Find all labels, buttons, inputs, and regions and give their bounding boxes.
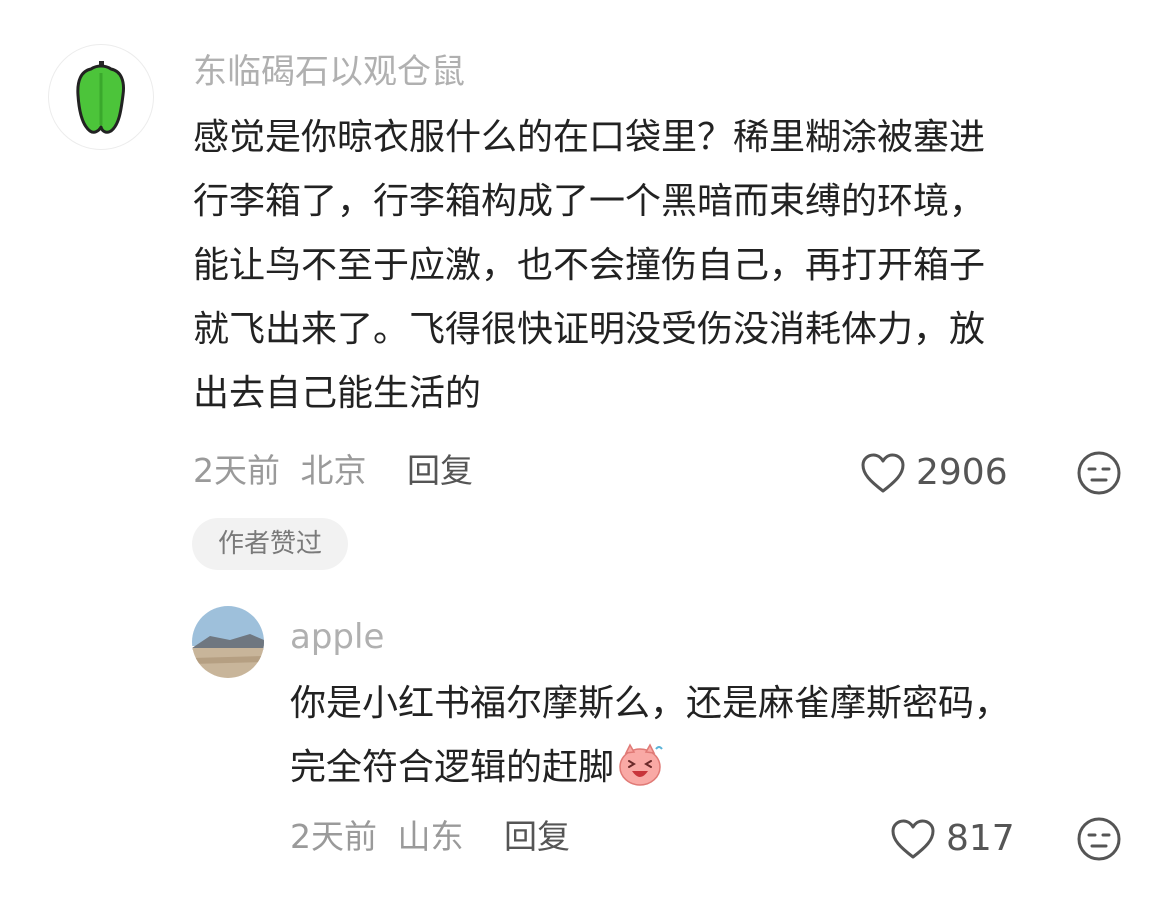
comment-time: 2天前 (193, 451, 280, 490)
green-pepper-icon (76, 61, 125, 134)
comment-line: 感觉是你晾衣服什么的在口袋里？稀里糊涂被塞进 (193, 117, 986, 158)
dislike-face-icon[interactable] (1076, 816, 1122, 862)
comment-username[interactable]: 东临碣石以观仓鼠 (193, 52, 465, 92)
comment-text: 感觉是你晾衣服什么的在口袋里？稀里糊涂被塞进 行李箱了，行李箱构成了一个黑暗而束… (193, 106, 985, 426)
reply-line: 你是小红书福尔摩斯么，还是麻雀摩斯密码， (290, 683, 1011, 724)
reply-line-text: 完全符合逻辑的赶脚 (290, 747, 615, 788)
reply-location: 山东 (397, 817, 464, 856)
reply-button[interactable]: 回复 (504, 817, 570, 856)
comment-line: 行李箱了，行李箱构成了一个黑暗而束缚的环境， (193, 181, 986, 222)
author-liked-badge: 作者赞过 (192, 518, 348, 570)
reply-text: 你是小红书福尔摩斯么，还是麻雀摩斯密码， 完全符合逻辑的赶脚 (290, 672, 1010, 800)
reply-time: 2天前 (290, 817, 377, 856)
dislike-face-icon[interactable] (1076, 450, 1122, 496)
like-count: 2906 (916, 452, 1008, 493)
like-button[interactable]: 817 (890, 818, 1015, 860)
reply-meta: 2天前 山东 回复 (290, 817, 570, 857)
laughing-pig-emoji (619, 743, 663, 786)
comment-line: 就飞出来了。飞得很快证明没受伤没消耗体力，放 (193, 309, 986, 350)
like-button[interactable]: 2906 (860, 452, 1008, 494)
avatar[interactable] (48, 44, 154, 150)
like-count: 817 (946, 818, 1015, 859)
comment-line: 出去自己能生活的 (193, 373, 482, 414)
reply-username[interactable]: apple (290, 617, 384, 657)
heart-icon (861, 453, 905, 493)
comment-line: 能让鸟不至于应激，也不会撞伤自己，再打开箱子 (193, 245, 986, 286)
reply-line: 完全符合逻辑的赶脚 (290, 736, 1010, 800)
comment-location: 北京 (300, 451, 367, 490)
landscape-avatar (192, 606, 264, 678)
heart-icon (891, 819, 935, 859)
reply-button[interactable]: 回复 (407, 451, 473, 490)
comment-meta: 2天前 北京 回复 (193, 451, 473, 491)
avatar[interactable] (192, 606, 264, 678)
